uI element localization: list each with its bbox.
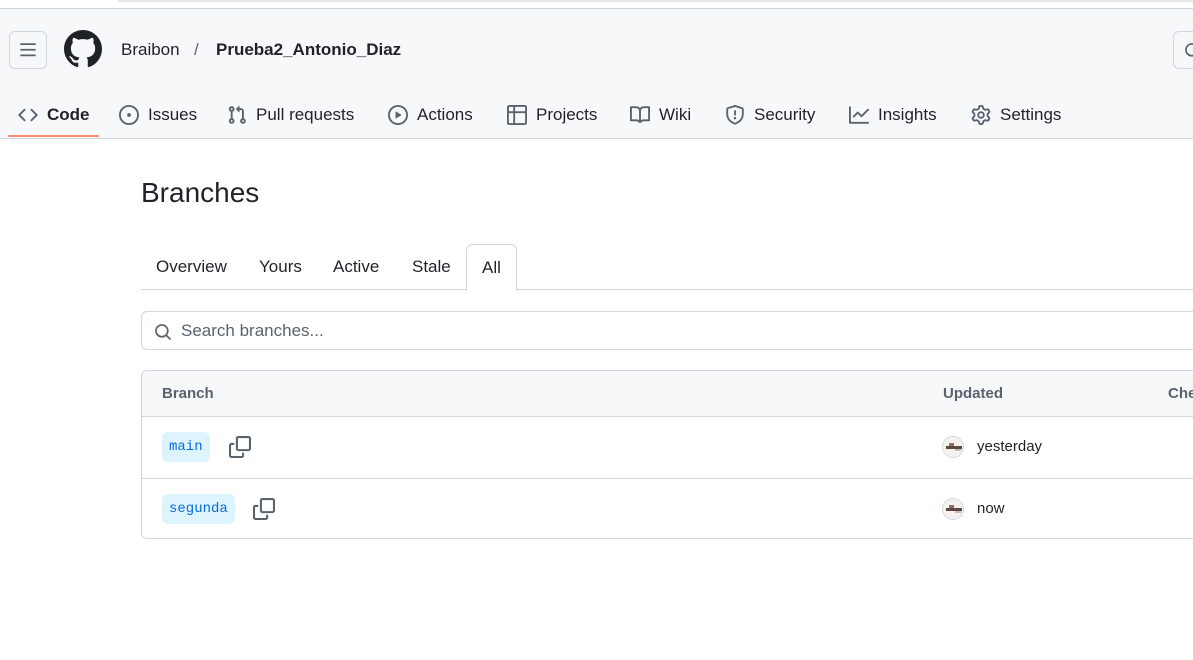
tab-label: Security <box>754 105 816 124</box>
tab-wiki[interactable]: Wiki <box>630 91 691 139</box>
global-search-button[interactable] <box>1173 31 1193 69</box>
column-branch: Branch <box>162 385 214 402</box>
tab-actions[interactable]: Actions <box>388 91 473 139</box>
breadcrumb-owner[interactable]: Braibon <box>121 39 180 61</box>
menu-button[interactable] <box>9 31 47 69</box>
graph-icon <box>849 106 869 124</box>
branch-name-link[interactable]: main <box>162 432 210 462</box>
table-icon <box>507 105 527 125</box>
browser-top-strip <box>0 0 1193 9</box>
tab-overview[interactable]: Overview <box>141 244 242 290</box>
tab-active[interactable]: Active <box>318 244 394 290</box>
tab-label: Code <box>47 105 90 124</box>
tab-label: Settings <box>1000 105 1062 124</box>
book-icon <box>630 106 650 124</box>
top-divider <box>118 0 1193 2</box>
tab-label: Pull requests <box>256 105 355 124</box>
selected-tab-underline <box>8 135 99 137</box>
tab-projects[interactable]: Projects <box>507 91 597 139</box>
avatar[interactable] <box>942 498 964 520</box>
branch-search <box>141 311 1193 350</box>
gear-icon <box>971 105 991 125</box>
repo-tabs: Code Issues Pull requests Actions Projec… <box>0 91 1193 139</box>
avatar[interactable] <box>942 436 964 458</box>
breadcrumb-separator: / <box>194 40 199 59</box>
tab-all[interactable]: All <box>466 244 517 291</box>
tab-yours[interactable]: Yours <box>244 244 317 290</box>
git-pull-request-icon <box>228 105 246 124</box>
breadcrumb-repo[interactable]: Prueba2_Antonio_Diaz <box>216 39 401 61</box>
copy-icon[interactable] <box>253 498 275 520</box>
tab-security[interactable]: Security <box>725 91 815 139</box>
page-title: Branches <box>141 177 260 208</box>
copy-icon[interactable] <box>229 436 251 458</box>
hamburger-icon <box>20 43 36 57</box>
branch-filter-tabs: Overview Yours Active Stale All <box>141 244 1193 291</box>
tab-settings[interactable]: Settings <box>971 91 1061 139</box>
branch-name-link[interactable]: segunda <box>162 494 235 524</box>
table-row: segunda now <box>142 478 1193 538</box>
table-row: main yesterday <box>142 417 1193 478</box>
tab-issues[interactable]: Issues <box>119 91 197 139</box>
issue-opened-icon <box>119 105 139 125</box>
tab-label: Insights <box>878 105 937 124</box>
user-avatar-image <box>943 437 963 457</box>
play-icon <box>388 105 408 125</box>
search-icon <box>1185 43 1193 57</box>
tab-label: Wiki <box>659 105 692 124</box>
search-input[interactable] <box>181 312 1081 349</box>
table-header: Branch Updated Che <box>142 371 1193 417</box>
branches-table: Branch Updated Che main yesterday segund… <box>141 370 1193 539</box>
tab-label: Issues <box>148 105 198 124</box>
tab-code[interactable]: Code <box>18 91 90 139</box>
code-icon <box>18 108 38 122</box>
search-icon <box>155 324 171 340</box>
column-updated: Updated <box>943 385 1003 402</box>
tab-pull-requests[interactable]: Pull requests <box>227 91 354 139</box>
updated-time: yesterday <box>977 438 1043 455</box>
tab-insights[interactable]: Insights <box>849 91 937 139</box>
tab-label: Actions <box>417 105 473 124</box>
shield-icon <box>726 105 744 125</box>
column-checks: Che <box>1168 385 1193 402</box>
tab-stale[interactable]: Stale <box>397 244 466 290</box>
tab-label: Projects <box>536 105 598 124</box>
github-logo-icon[interactable] <box>64 30 102 68</box>
updated-time: now <box>977 500 1005 517</box>
user-avatar-image <box>943 499 963 519</box>
repo-header: Braibon / Prueba2_Antonio_Diaz Code Issu… <box>0 9 1193 139</box>
